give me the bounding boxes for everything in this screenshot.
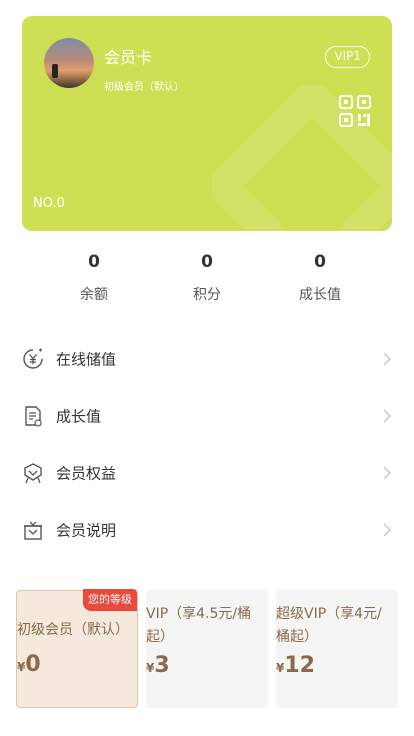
level-card-basic[interactable]: 您的等级 初级会员（默认） ¥0	[16, 589, 138, 708]
level-name: 初级会员（默认）	[17, 622, 129, 638]
menu-list: 在线储值 成长值 会员权益 会员说明	[0, 330, 414, 558]
card-level: 初级会员（默认）	[104, 82, 184, 93]
level-name: 超级VIP（享4元/桶起）	[276, 606, 382, 645]
level-price: ¥0	[17, 652, 41, 677]
membership-levels: 您的等级 初级会员（默认） ¥0 VIP（享4.5元/桶起） ¥3 超级VIP（…	[16, 589, 398, 710]
current-level-tag: 您的等级	[83, 589, 137, 611]
menu-item-benefits[interactable]: 会员权益	[0, 444, 414, 501]
menu-item-label: 在线储值	[56, 350, 117, 368]
level-price: ¥3	[146, 653, 170, 678]
stat-points[interactable]: 0 积分	[147, 250, 267, 304]
menu-item-label: 成长值	[56, 407, 102, 425]
badge-icon	[24, 462, 42, 483]
stat-balance[interactable]: 0 余额	[34, 250, 154, 304]
menu-item-online-recharge[interactable]: 在线储值	[0, 330, 414, 387]
price-amount: 12	[284, 653, 315, 678]
gift-icon	[24, 521, 42, 540]
stat-growth[interactable]: 0 成长值	[260, 250, 380, 304]
stat-value: 0	[314, 252, 326, 272]
level-card-vip[interactable]: VIP（享4.5元/桶起） ¥3	[146, 590, 268, 708]
member-card[interactable]: 会员卡 初级会员（默认） VIP1 NO.0	[22, 16, 392, 231]
level-name: VIP（享4.5元/桶起）	[146, 606, 252, 645]
price-amount: 0	[25, 652, 41, 677]
price-amount: 3	[154, 653, 170, 678]
vip-badge: VIP1	[325, 46, 370, 68]
avatar[interactable]	[44, 38, 94, 88]
stats-row: 0 余额 0 积分 0 成长值	[0, 250, 414, 310]
stat-label: 余额	[80, 287, 108, 303]
yen-coin-icon	[23, 348, 43, 369]
card-title: 会员卡	[104, 48, 153, 67]
qr-code-icon[interactable]	[338, 94, 372, 128]
chevron-right-icon	[383, 408, 392, 423]
menu-item-growth[interactable]: 成长值	[0, 387, 414, 444]
stat-value: 0	[88, 252, 100, 272]
chevron-right-icon	[383, 351, 392, 366]
menu-item-description[interactable]: 会员说明	[0, 501, 414, 558]
card-number: NO.0	[33, 196, 65, 211]
stat-label: 成长值	[299, 287, 341, 303]
document-icon	[25, 405, 42, 427]
stat-value: 0	[201, 252, 213, 272]
menu-item-label: 会员权益	[56, 464, 117, 482]
menu-item-label: 会员说明	[56, 521, 117, 539]
level-card-super-vip[interactable]: 超级VIP（享4元/桶起） ¥12	[276, 590, 398, 708]
chevron-right-icon	[383, 522, 392, 537]
chevron-right-icon	[383, 465, 392, 480]
level-price: ¥12	[276, 653, 315, 678]
stat-label: 积分	[193, 287, 221, 303]
